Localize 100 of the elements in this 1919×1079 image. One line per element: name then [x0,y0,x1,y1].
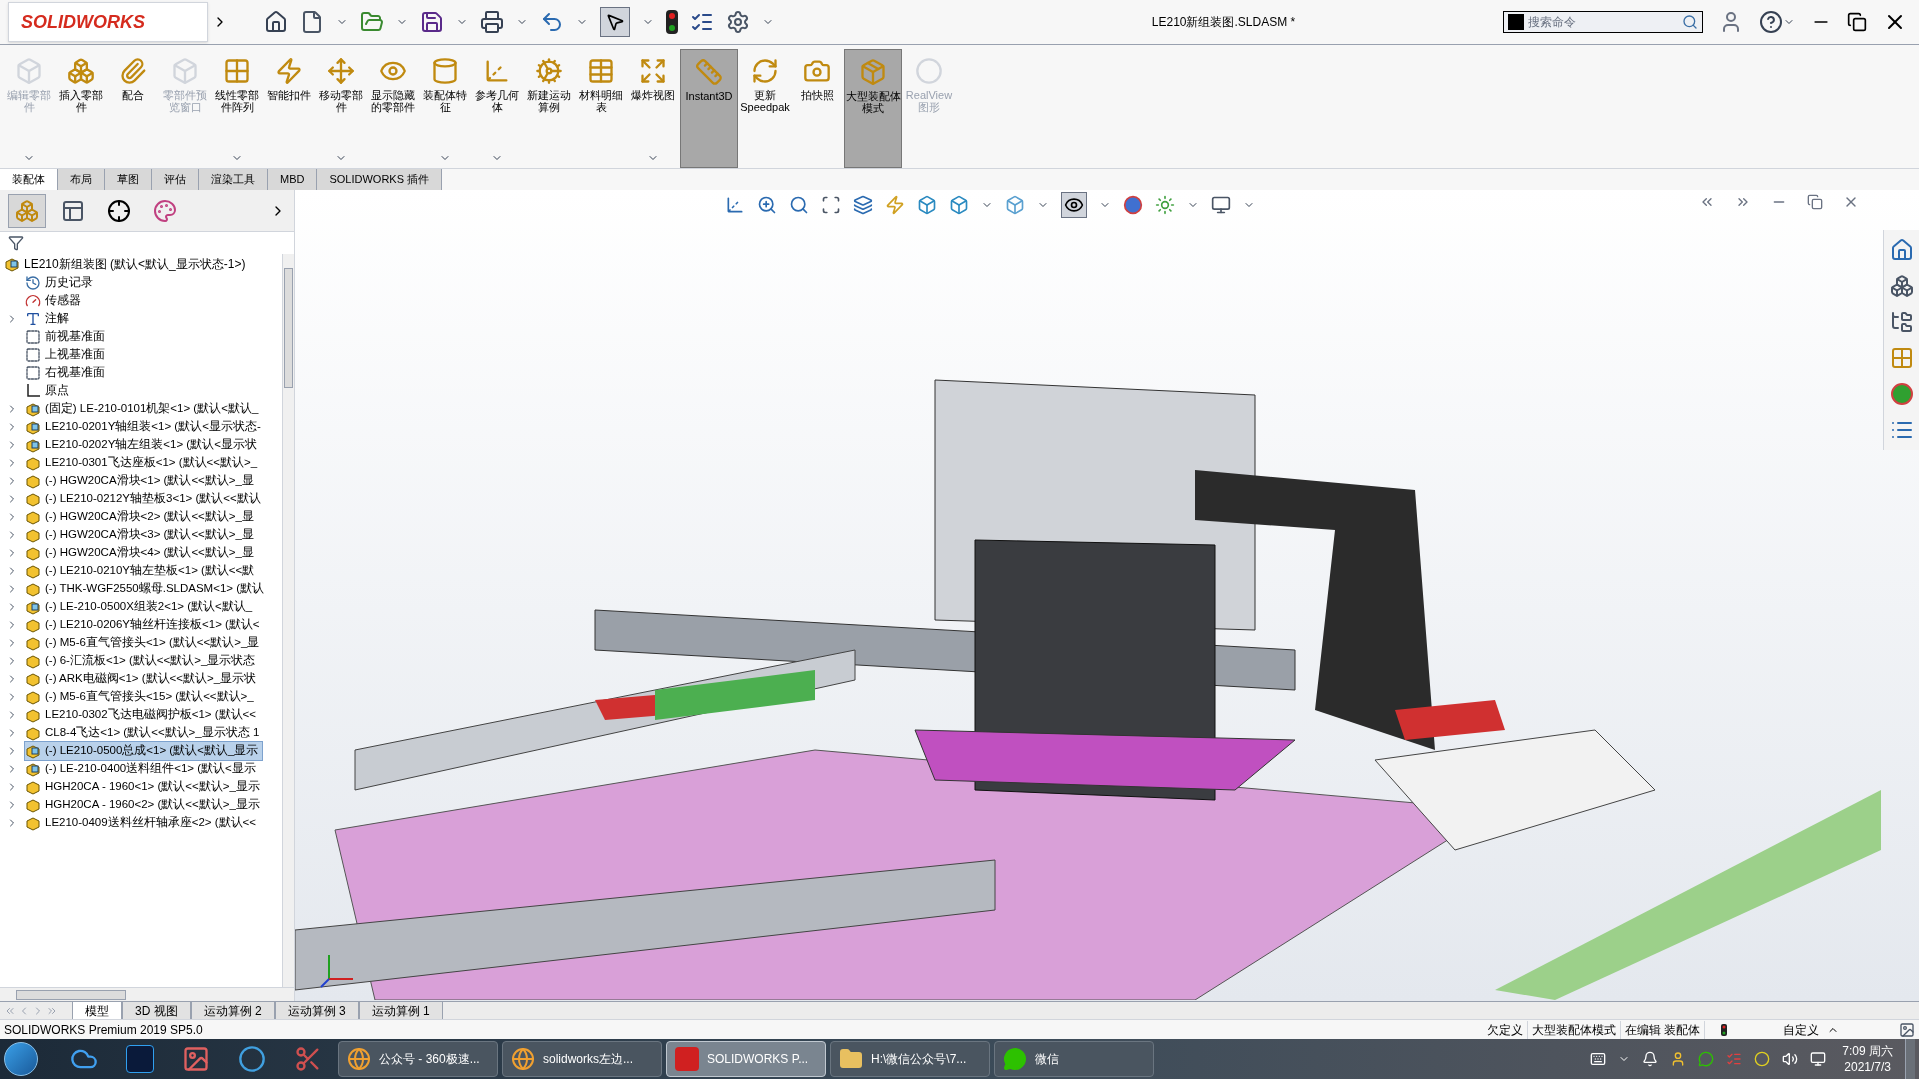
ribbon-button[interactable]: Instant3D [680,49,738,168]
ribbon-button[interactable]: 配合 [108,49,158,168]
model-tab[interactable]: 3D 视图 [122,1002,191,1019]
tree-item[interactable]: (-) LE210-0500总成<1> (默认<默认_显示 [24,741,264,761]
taskbar-window-button[interactable]: SOLIDWORKS P... [666,1041,826,1077]
tree-item[interactable]: (-) LE210-0210Y轴左垫板<1> (默认<<默 [24,561,260,581]
tree-item[interactable]: (-) HGW20CA滑块<2> (默认<<默认>_显 [24,507,259,527]
traffic-light-icon[interactable] [1721,1023,1727,1036]
save-icon[interactable] [420,10,444,34]
ribbon-button[interactable]: 大型装配体模式 [844,49,902,168]
app-logo[interactable]: SOLIDWORKS [8,2,208,42]
tree-item[interactable]: LE210-0201Y轴组装<1> (默认<显示状态- [24,417,266,437]
tree-item[interactable]: 前视基准面 [24,327,110,347]
command-tab[interactable]: SOLIDWORKS 插件 [317,169,443,190]
chat-bubble-icon[interactable] [1698,1051,1715,1067]
clock-date[interactable]: 2021/7/3 [1844,1059,1891,1075]
ribbon-button[interactable]: 参考几何体 [472,49,522,168]
taskbar-window-button[interactable]: 微信 [994,1041,1154,1077]
home-icon[interactable] [264,10,288,34]
tree-item[interactable]: HGH20CA - 1960<1> (默认<<默认>_显示 [24,777,265,797]
ribbon-button[interactable]: 显示隐藏的零部件 [368,49,418,168]
ribbon-button[interactable]: 智能扣件 [264,49,314,168]
hide-show-button[interactable] [1061,192,1087,218]
command-tab[interactable]: 渲染工具 [199,169,268,190]
tree-root-label[interactable]: LE210新组装图 (默认<默认_显示状态-1>) [24,255,246,273]
view-orient-icon[interactable] [725,195,745,215]
check-app-icon[interactable] [1726,1051,1743,1067]
tree-item[interactable]: 上视基准面 [24,345,110,365]
ribbon-button[interactable]: 材料明细表 [576,49,626,168]
tree-item[interactable]: 右视基准面 [24,363,110,383]
tree-item[interactable]: (-) M5-6直气管接头<1> (默认<<默认>_显 [24,633,265,653]
horizontal-scrollbar[interactable] [0,987,294,1001]
tree-item[interactable]: 原点 [24,381,74,401]
feature-tree-tab[interactable] [8,193,46,228]
command-tab[interactable]: 草图 [105,169,152,190]
appearance-sphere-icon[interactable] [1123,195,1143,215]
tree-item[interactable]: LE210-0301飞达座板<1> (默认<<默认>_ [24,453,263,473]
photo-app-icon[interactable] [182,1045,210,1073]
model-tab[interactable]: 模型 [72,1002,122,1019]
tree-item[interactable]: CL8-4飞达<1> (默认<<默认>_显示状态 1 [24,723,265,743]
tree-item[interactable]: (-) HGW20CA滑块<4> (默认<<默认>_显 [24,543,259,563]
select-tool-button[interactable] [600,7,630,37]
ribbon-button[interactable]: 移动零部件 [316,49,366,168]
tree-item[interactable]: (-) ARK电磁阀<1> (默认<<默认>_显示状 [24,669,262,689]
tree-item[interactable]: 历史记录 [24,273,98,293]
command-tab[interactable]: 装配体 [0,169,58,190]
tree-item[interactable]: (-) HGW20CA滑块<3> (默认<<默认>_显 [24,525,259,545]
restore-icon[interactable] [1847,12,1867,32]
ribbon-button[interactable]: 插入零部件 [56,49,106,168]
speaker-icon[interactable] [1782,1051,1799,1067]
tree-item[interactable]: 注解 [24,309,74,329]
clock-time[interactable]: 7:09 周六 [1842,1043,1893,1059]
search-input[interactable]: 搜索命令 [1528,13,1678,31]
tree-item[interactable]: LE210-0202Y轴左组装<1> (默认<显示状 [24,435,262,455]
show-desktop-button[interactable] [1905,1039,1915,1079]
zoom-fit-icon[interactable] [757,195,777,215]
search-box[interactable]: 搜索命令 [1503,11,1703,33]
zoom-area-icon[interactable] [789,195,809,215]
command-tab[interactable]: 布局 [58,169,105,190]
view-type-icon[interactable] [1005,195,1025,215]
undo-icon[interactable] [540,10,564,34]
start-button[interactable] [4,1042,38,1076]
tree-item[interactable]: LE210-0409送料丝杆轴承座<2> (默认<< [24,813,261,833]
circle-app-icon[interactable] [238,1045,266,1073]
tree-item[interactable]: 传感器 [24,291,86,311]
display-style-icon[interactable] [949,195,969,215]
model-tab[interactable]: 运动算例 1 [358,1002,443,1019]
model-tab[interactable]: 运动算例 2 [190,1002,275,1019]
image-editor-app-icon[interactable] [126,1045,154,1073]
vertical-scrollbar[interactable] [282,254,294,987]
design-library-icon[interactable] [1889,274,1914,298]
tree-item[interactable]: (-) LE210-0206Y轴丝杆连接板<1> (默认< [24,615,265,635]
tree-item[interactable]: (固定) LE-210-0101机架<1> (默认<默认_ [24,399,264,419]
tree-item[interactable]: (-) 6-汇流板<1> (默认<<默认>_显示状态 [24,651,261,671]
view-palette-icon[interactable] [1889,346,1914,370]
unit-system-text[interactable]: 自定义 [1783,1020,1819,1039]
tree-item[interactable]: (-) LE-210-0400送料组件<1> (默认<显示 [24,759,261,779]
bell-icon[interactable] [1642,1051,1659,1067]
taskbar-window-button[interactable]: solidworks左边... [502,1041,662,1077]
tree-item[interactable]: (-) LE210-0212Y轴垫板3<1> (默认<<默认 [24,489,266,509]
ribbon-button[interactable]: 装配体特征 [420,49,470,168]
traffic-light-icon[interactable] [666,10,678,34]
appearance-sphere-icon[interactable] [1889,382,1914,406]
tree-item[interactable]: (-) M5-6直气管接头<15> (默认<<默认>_ [24,687,259,707]
ribbon-button[interactable]: 新建运动算例 [524,49,574,168]
tree-item[interactable]: (-) THK-WGF2550螺母.SLDASM<1> (默认 [24,579,270,599]
ribbon-button[interactable]: 爆炸视图 [628,49,678,168]
open-folder-icon[interactable] [360,10,384,34]
ribbon-button[interactable]: 线性零部件阵列 [212,49,262,168]
taskbar-window-button[interactable]: H:\微信公众号\7... [830,1041,990,1077]
ribbon-button[interactable]: 拍快照 [792,49,842,168]
tree-item[interactable]: (-) LE-210-0500X组装2<1> (默认<默认_ [24,597,258,617]
new-document-icon[interactable] [300,10,324,34]
tree-item[interactable]: HGH20CA - 1960<2> (默认<<默认>_显示 [24,795,265,815]
filter-icon[interactable] [8,235,24,251]
cube-view-icon[interactable] [917,195,937,215]
help-icon[interactable] [1759,10,1783,34]
ribbon-button[interactable]: 更新 Speedpak [740,49,790,168]
model-tab[interactable]: 运动算例 3 [274,1002,359,1019]
monitor-icon[interactable] [1211,195,1231,215]
